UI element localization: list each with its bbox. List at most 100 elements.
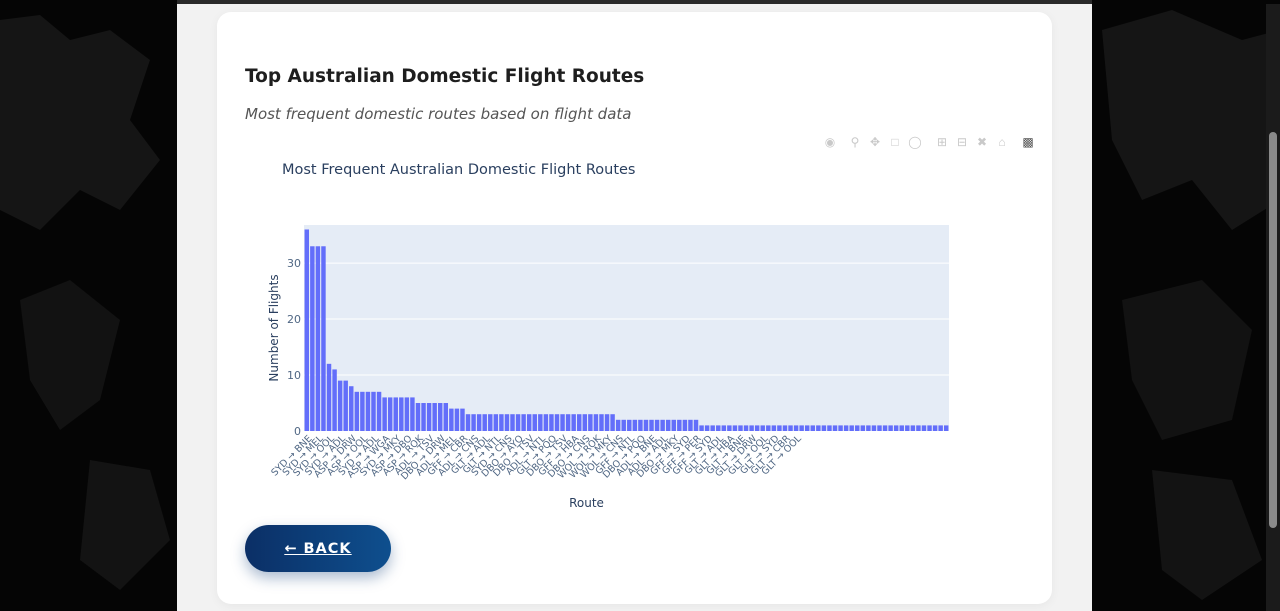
bar bbox=[754, 425, 760, 431]
bar bbox=[843, 425, 849, 431]
background-world-map-right bbox=[1092, 0, 1280, 611]
background-world-map-left bbox=[0, 0, 177, 611]
zoom-in-icon[interactable]: ⊞ bbox=[934, 134, 950, 150]
bar bbox=[571, 414, 576, 431]
bar bbox=[627, 419, 632, 431]
bar bbox=[660, 419, 665, 431]
bar bbox=[699, 425, 704, 431]
bar bbox=[399, 397, 404, 431]
bar bbox=[938, 425, 943, 431]
bar bbox=[882, 425, 888, 431]
bar bbox=[821, 425, 827, 431]
bar bbox=[838, 425, 843, 431]
chart-title: Most Frequent Australian Domestic Flight… bbox=[282, 162, 635, 178]
bar bbox=[471, 414, 476, 431]
page-scrollbar[interactable] bbox=[1266, 4, 1280, 611]
bar-chart: 0102030SYD → BNESYD → MELSYD → OOLSYD → … bbox=[267, 162, 949, 510]
bar bbox=[682, 419, 688, 431]
bar bbox=[704, 425, 710, 431]
bar bbox=[932, 425, 938, 431]
bar bbox=[688, 419, 693, 431]
bar bbox=[855, 425, 860, 431]
bar bbox=[721, 425, 727, 431]
bar bbox=[893, 425, 899, 431]
bar bbox=[371, 391, 376, 431]
bar bbox=[332, 369, 337, 431]
bar bbox=[749, 425, 754, 431]
bar bbox=[643, 419, 649, 431]
bar bbox=[943, 425, 949, 431]
bar bbox=[460, 408, 465, 431]
zoom-out-icon[interactable]: ⊟ bbox=[954, 134, 970, 150]
scrollbar-thumb[interactable] bbox=[1269, 132, 1277, 528]
bar bbox=[426, 403, 432, 431]
bar bbox=[415, 403, 421, 431]
bar bbox=[677, 419, 682, 431]
bar bbox=[593, 414, 599, 431]
bar bbox=[793, 425, 799, 431]
bar bbox=[816, 425, 821, 431]
bar bbox=[888, 425, 893, 431]
bar bbox=[387, 397, 393, 431]
bar bbox=[321, 246, 326, 431]
bar bbox=[832, 425, 838, 431]
camera-icon[interactable]: ◉ bbox=[822, 134, 838, 150]
autoscale-icon[interactable]: ✖ bbox=[974, 134, 990, 150]
bar bbox=[860, 425, 866, 431]
y-tick-label: 10 bbox=[287, 369, 301, 382]
bar bbox=[654, 419, 660, 431]
bar bbox=[649, 419, 654, 431]
bar bbox=[449, 408, 454, 431]
bar bbox=[738, 425, 743, 431]
page-viewport: Top Australian Domestic Flight Routes Mo… bbox=[177, 4, 1092, 611]
bar bbox=[565, 414, 571, 431]
bar bbox=[871, 425, 877, 431]
bar bbox=[921, 425, 927, 431]
home-icon[interactable]: ⌂ bbox=[994, 134, 1010, 150]
bar bbox=[577, 414, 582, 431]
bar bbox=[376, 391, 382, 431]
bar bbox=[621, 419, 626, 431]
bar bbox=[849, 425, 854, 431]
pan-icon[interactable]: ✥ bbox=[867, 134, 883, 150]
bar bbox=[488, 414, 493, 431]
bar bbox=[549, 414, 554, 431]
page-subtitle: Most frequent domestic routes based on f… bbox=[245, 105, 632, 123]
zoom-icon[interactable]: ⚲ bbox=[847, 134, 863, 150]
bar bbox=[899, 425, 904, 431]
bar bbox=[404, 397, 410, 431]
plotly-logo-icon[interactable]: ▩ bbox=[1020, 134, 1036, 150]
bar bbox=[482, 414, 487, 431]
bar bbox=[499, 414, 504, 431]
bar bbox=[354, 391, 360, 431]
bar bbox=[582, 414, 588, 431]
bar bbox=[665, 419, 671, 431]
bar bbox=[743, 425, 749, 431]
page-title: Top Australian Domestic Flight Routes bbox=[245, 66, 645, 87]
bar bbox=[760, 425, 765, 431]
back-button[interactable]: ← BACK bbox=[245, 525, 391, 572]
bar bbox=[604, 414, 610, 431]
bar bbox=[638, 419, 643, 431]
bar bbox=[504, 414, 510, 431]
bar bbox=[910, 425, 916, 431]
bar bbox=[304, 229, 310, 431]
bar bbox=[877, 425, 882, 431]
bar bbox=[771, 425, 777, 431]
y-tick-label: 20 bbox=[287, 313, 301, 326]
bar bbox=[315, 246, 321, 431]
bar bbox=[510, 414, 515, 431]
bar bbox=[599, 414, 604, 431]
bar bbox=[349, 386, 354, 431]
bar bbox=[432, 403, 437, 431]
box-select-icon[interactable]: □ bbox=[887, 134, 903, 150]
bar bbox=[610, 414, 615, 431]
bar bbox=[543, 414, 549, 431]
lasso-icon[interactable]: ◯ bbox=[907, 134, 923, 150]
bar bbox=[493, 414, 499, 431]
bar bbox=[310, 246, 315, 431]
bar bbox=[326, 363, 332, 431]
bar bbox=[382, 397, 387, 431]
bar bbox=[632, 419, 638, 431]
bar bbox=[905, 425, 910, 431]
